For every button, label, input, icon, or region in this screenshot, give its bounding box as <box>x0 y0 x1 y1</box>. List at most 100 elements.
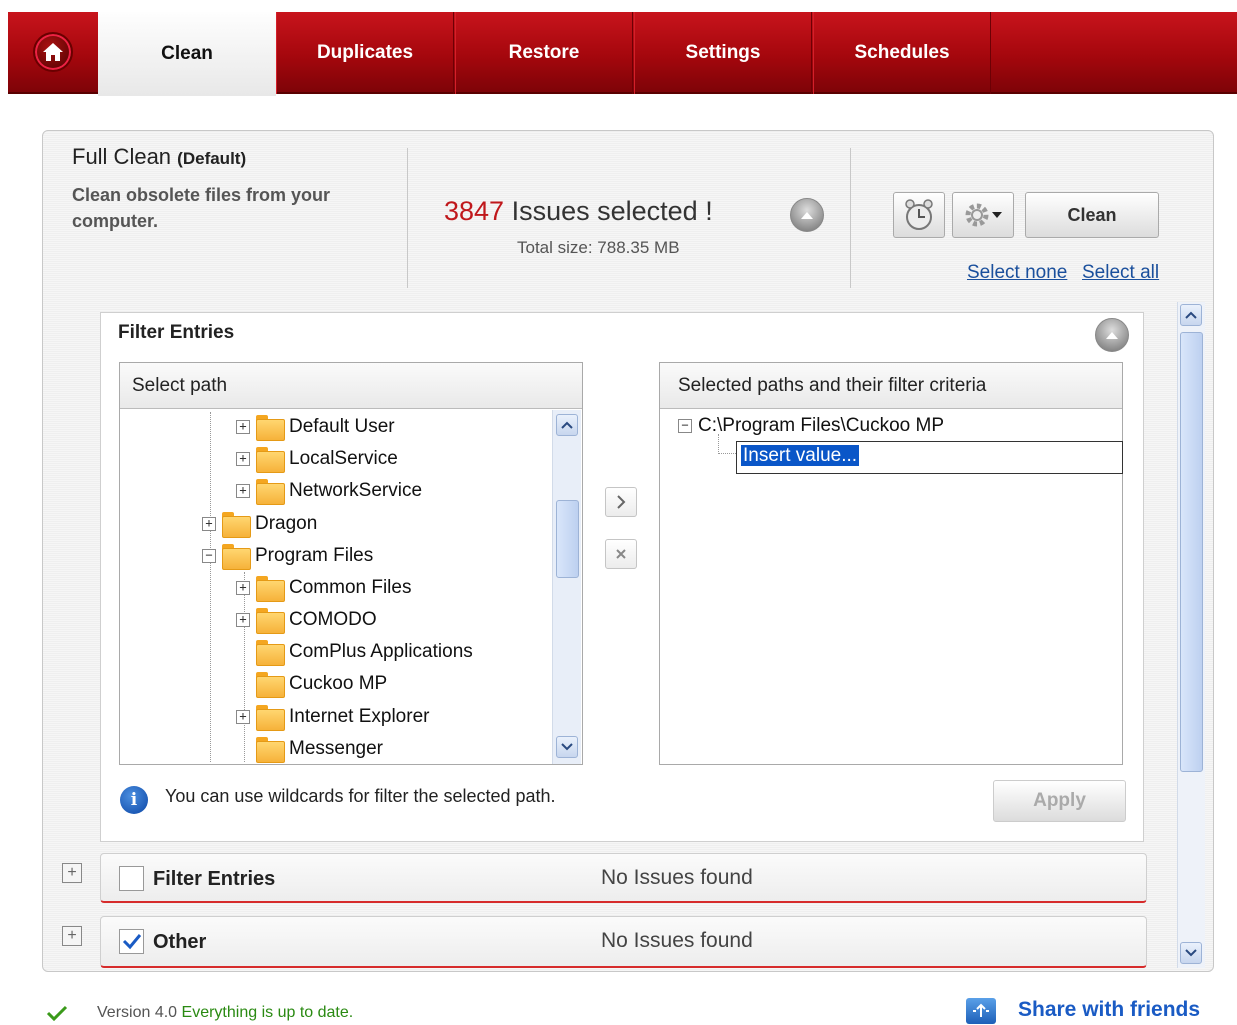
tree-item-label: Internet Explorer <box>289 706 430 727</box>
collapse-icon[interactable]: − <box>678 419 692 433</box>
tree-guide <box>718 453 736 454</box>
tab-schedules[interactable]: Schedules <box>813 12 991 94</box>
title-text: Full Clean <box>72 144 172 169</box>
gear-icon <box>965 203 989 227</box>
tab-restore[interactable]: Restore <box>455 12 633 94</box>
tree-item-comodo[interactable]: + COMODO <box>236 605 377 635</box>
category-status: No Issues found <box>601 866 753 889</box>
chevron-right-icon <box>617 495 626 509</box>
tree-item-internet-explorer[interactable]: + Internet Explorer <box>236 702 429 732</box>
expand-other-button[interactable]: + <box>62 926 82 946</box>
expand-icon[interactable]: + <box>236 484 250 498</box>
expand-icon[interactable]: + <box>236 710 250 724</box>
expand-filter-entries-button[interactable]: + <box>62 863 82 883</box>
share-icon[interactable] <box>966 998 996 1024</box>
tree-item-networkservice[interactable]: + NetworkService <box>236 476 422 506</box>
select-none-link[interactable]: Select none <box>967 262 1067 284</box>
chevron-down-icon <box>992 212 1002 218</box>
check-icon <box>46 1005 68 1021</box>
tree-item-localservice[interactable]: + LocalService <box>236 444 398 474</box>
tree-item-cuckoo-mp[interactable]: Cuckoo MP <box>256 669 387 699</box>
clean-button[interactable]: Clean <box>1025 192 1159 238</box>
tree-scroll-down[interactable] <box>556 736 578 758</box>
issues-count: 3847 <box>444 196 505 226</box>
tree-item-messenger[interactable]: Messenger <box>256 734 383 764</box>
folder-icon <box>256 447 285 473</box>
collapse-icon[interactable]: − <box>202 549 216 563</box>
update-status: Everything is up to date. <box>181 1004 354 1021</box>
expand-icon[interactable]: + <box>202 517 216 531</box>
version-info: Version 4.0 Everything is up to date. <box>97 1004 353 1022</box>
panel-scrollbar[interactable] <box>1177 302 1205 968</box>
scroll-up-button[interactable] <box>1180 304 1202 326</box>
selected-path-label: C:\Program Files\Cuckoo MP <box>698 415 945 436</box>
filter-entries-heading: Filter Entries <box>118 322 235 343</box>
tree-scroll-thumb[interactable] <box>556 500 579 578</box>
remove-path-button[interactable] <box>605 539 637 569</box>
tree-item-dragon[interactable]: + Dragon <box>202 509 317 539</box>
page-title: Full Clean (Default) <box>72 144 246 170</box>
title-suffix: (Default) <box>177 149 247 168</box>
collapse-filter-button[interactable] <box>1095 318 1129 352</box>
tab-duplicates[interactable]: Duplicates <box>276 12 454 94</box>
scroll-thumb[interactable] <box>1180 332 1203 772</box>
folder-icon <box>222 544 251 570</box>
settings-dropdown-button[interactable] <box>952 192 1014 238</box>
total-size: Total size: 788.35 MB <box>517 238 680 257</box>
folder-icon <box>256 705 285 731</box>
divider <box>407 148 408 288</box>
filter-value-input[interactable]: Insert value... <box>736 441 1123 474</box>
version-number: 4.0 <box>154 1004 178 1021</box>
chevron-up-icon <box>801 212 813 219</box>
folder-icon <box>256 737 285 763</box>
tree-scroll-up[interactable] <box>556 414 578 436</box>
category-row-filter-entries[interactable]: Filter Entries No Issues found <box>100 853 1147 903</box>
tree-item-label: Cuckoo MP <box>289 673 388 694</box>
category-label: Other <box>153 931 207 953</box>
select-all-link[interactable]: Select all <box>1082 262 1159 284</box>
chevron-up-icon <box>1106 332 1118 339</box>
tree-item-label: Common Files <box>289 577 412 598</box>
scroll-down-button[interactable] <box>1180 942 1202 964</box>
tree-item-default-user[interactable]: + Default User <box>236 412 395 442</box>
home-button[interactable] <box>8 12 98 92</box>
select-path-header: Select path <box>120 363 582 409</box>
category-status: No Issues found <box>601 929 753 952</box>
tree-guide <box>718 434 719 454</box>
info-icon: i <box>120 786 148 814</box>
expand-icon[interactable]: + <box>236 420 250 434</box>
filter-entries-checkbox[interactable] <box>119 866 144 891</box>
folder-icon <box>256 672 285 698</box>
folder-icon <box>256 479 285 505</box>
add-path-button[interactable] <box>605 487 637 517</box>
tab-settings[interactable]: Settings <box>634 12 812 94</box>
top-nav-bar: Clean Duplicates Restore Settings Schedu… <box>8 12 1237 96</box>
tree-item-program-files[interactable]: − Program Files <box>202 541 373 571</box>
tree-item-common-files[interactable]: + Common Files <box>236 573 411 603</box>
tree-item-complus[interactable]: ComPlus Applications <box>256 637 473 667</box>
expand-icon[interactable]: + <box>236 581 250 595</box>
schedule-button[interactable] <box>893 192 945 238</box>
selected-paths-header: Selected paths and their filter criteria <box>660 363 1122 409</box>
tree-item-label: COMODO <box>289 609 377 630</box>
category-row-other[interactable]: Other No Issues found <box>100 916 1147 968</box>
issues-text: Issues selected ! <box>511 196 713 226</box>
tree-item-label: LocalService <box>289 448 398 469</box>
folder-icon <box>256 415 285 441</box>
other-checkbox[interactable] <box>119 929 144 954</box>
folder-icon <box>256 608 285 634</box>
share-with-friends-link[interactable]: Share with friends <box>1018 998 1200 1022</box>
alarm-clock-icon <box>905 199 933 230</box>
filter-value-text: Insert value... <box>741 445 860 466</box>
folder-icon <box>256 640 285 666</box>
expand-icon[interactable]: + <box>236 613 250 627</box>
issues-summary: 3847 Issues selected ! <box>444 196 713 227</box>
folder-icon <box>256 576 285 602</box>
tab-clean[interactable]: Clean <box>98 12 276 96</box>
tree-scrollbar[interactable] <box>552 410 581 764</box>
folder-icon <box>222 512 251 538</box>
apply-button[interactable]: Apply <box>993 780 1126 822</box>
expand-icon[interactable]: + <box>236 452 250 466</box>
collapse-summary-button[interactable] <box>790 198 824 232</box>
page-description: Clean obsolete files from your computer. <box>72 185 331 231</box>
